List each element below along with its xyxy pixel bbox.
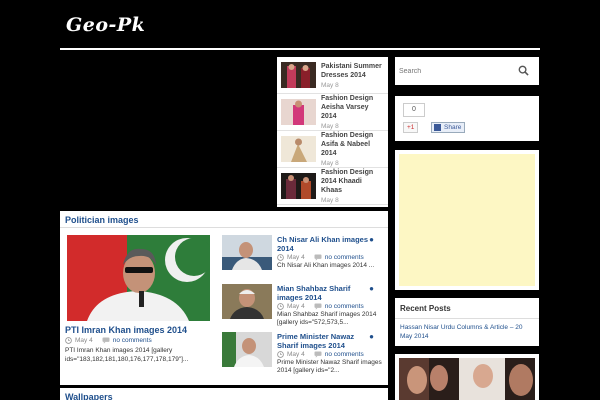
post-title[interactable]: Pakistani Summer Dresses 2014 — [321, 62, 384, 80]
share-label: Share — [444, 124, 462, 131]
search-icon[interactable] — [518, 65, 529, 76]
post-meta: May 4 no comments — [65, 337, 152, 344]
recent-post-link[interactable]: Hassan Nisar Urdu Columns & Article – 20… — [395, 319, 539, 345]
post-excerpt: Prime Minister Nawaz Sharif images 2014 … — [277, 359, 382, 374]
comments-link[interactable]: no comments — [325, 303, 364, 310]
search-widget — [395, 57, 539, 85]
clock-icon — [277, 351, 284, 358]
post-thumbnail[interactable] — [222, 235, 272, 270]
bullet-icon: ● — [369, 284, 374, 293]
share-count: 0 — [403, 103, 425, 117]
widget-image[interactable] — [399, 358, 535, 400]
comments-link[interactable]: no comments — [325, 351, 364, 358]
post-title[interactable]: Fashion Design Asifa & Nabeel 2014 — [321, 131, 384, 158]
comment-icon — [314, 254, 322, 261]
list-item[interactable]: Fashion Design Aeisha Varsey 2014 May 8 — [277, 94, 388, 131]
post-thumbnail[interactable] — [281, 173, 316, 199]
bullet-icon: ● — [369, 235, 374, 244]
post-meta: May 4 no comments — [277, 351, 364, 358]
post-meta: May 4 no comments — [277, 303, 364, 310]
post-date: May 4 — [287, 351, 305, 358]
facebook-share-button[interactable]: Share — [431, 122, 466, 133]
list-item: Mian Shahbaz Sharif images 2014 ● May 4 … — [222, 284, 384, 330]
post-title[interactable]: Prime Minister Nawaz Sharif images 2014 — [277, 332, 375, 350]
comments-link[interactable]: no comments — [325, 254, 364, 261]
post-date: May 4 — [287, 303, 305, 310]
comments-link[interactable]: no comments — [113, 337, 152, 344]
post-thumbnail[interactable] — [222, 284, 272, 319]
section-heading[interactable]: Wallpapers — [60, 388, 388, 400]
header-divider — [60, 48, 540, 50]
list-item[interactable]: Pakistani Summer Dresses 2014 May 8 — [277, 57, 388, 94]
search-input[interactable] — [399, 63, 517, 79]
list-item[interactable]: Fashion Design Asifa & Nabeel 2014 May 8 — [277, 131, 388, 168]
comment-icon — [314, 351, 322, 358]
featured-post-image[interactable] — [67, 235, 210, 321]
post-date: May 8 — [321, 160, 339, 167]
bullet-icon: ● — [369, 332, 374, 341]
post-excerpt: PTI Imran Khan images 2014 [gallery ids=… — [65, 347, 189, 363]
wallpapers-section: Wallpapers — [60, 388, 388, 400]
post-thumbnail[interactable] — [281, 62, 316, 88]
post-meta: May 4 no comments — [277, 254, 364, 261]
clock-icon — [277, 303, 284, 310]
list-item: Prime Minister Nawaz Sharif images 2014 … — [222, 332, 384, 378]
comment-icon — [102, 337, 110, 344]
facebook-icon — [434, 124, 441, 131]
post-title[interactable]: Fashion Design Aeisha Varsey 2014 — [321, 94, 384, 121]
post-date: May 8 — [321, 123, 339, 130]
image-widget — [395, 354, 539, 400]
section-heading[interactable]: Politician images — [60, 211, 388, 228]
widget-title: Recent Posts — [395, 298, 539, 319]
post-date: May 8 — [321, 81, 339, 89]
site-logo[interactable]: Geo-Pk — [66, 14, 145, 36]
post-date: May 8 — [321, 197, 339, 204]
ad-widget — [395, 150, 539, 290]
post-title[interactable]: Mian Shahbaz Sharif images 2014 — [277, 284, 375, 302]
list-item: Ch Nisar Ali Khan images 2014 ● May 4 no… — [222, 235, 384, 281]
comment-icon — [314, 303, 322, 310]
post-thumbnail[interactable] — [281, 99, 316, 125]
ad-placeholder[interactable] — [399, 154, 535, 286]
google-plus-button[interactable]: +1 — [403, 122, 419, 133]
post-title[interactable]: Ch Nisar Ali Khan images 2014 — [277, 235, 375, 253]
post-thumbnail[interactable] — [222, 332, 272, 367]
list-item[interactable]: Fashion Design 2014 Khaadi Khaas May 8 — [277, 168, 388, 205]
post-date: May 4 — [75, 337, 93, 344]
featured-post-title[interactable]: PTI Imran Khan images 2014 — [65, 325, 187, 335]
recent-posts-widget: Recent Posts Hassan Nisar Urdu Columns &… — [395, 298, 539, 346]
post-excerpt: Ch Nisar Ali Khan images 2014 ... — [277, 262, 375, 269]
clock-icon — [65, 337, 72, 344]
clock-icon — [277, 254, 284, 261]
post-title[interactable]: Fashion Design 2014 Khaadi Khaas — [321, 168, 384, 195]
post-date: May 4 — [287, 254, 305, 261]
fashion-post-list: Pakistani Summer Dresses 2014 May 8 Fashi… — [277, 57, 388, 207]
post-thumbnail[interactable] — [281, 136, 316, 162]
social-widget: 0 +1 Share — [395, 96, 539, 141]
post-excerpt: Mian Shahbaz Sharif images 2014 [gallery… — [277, 311, 377, 326]
politician-images-section: Politician images PTI Imran Khan images … — [60, 211, 388, 385]
